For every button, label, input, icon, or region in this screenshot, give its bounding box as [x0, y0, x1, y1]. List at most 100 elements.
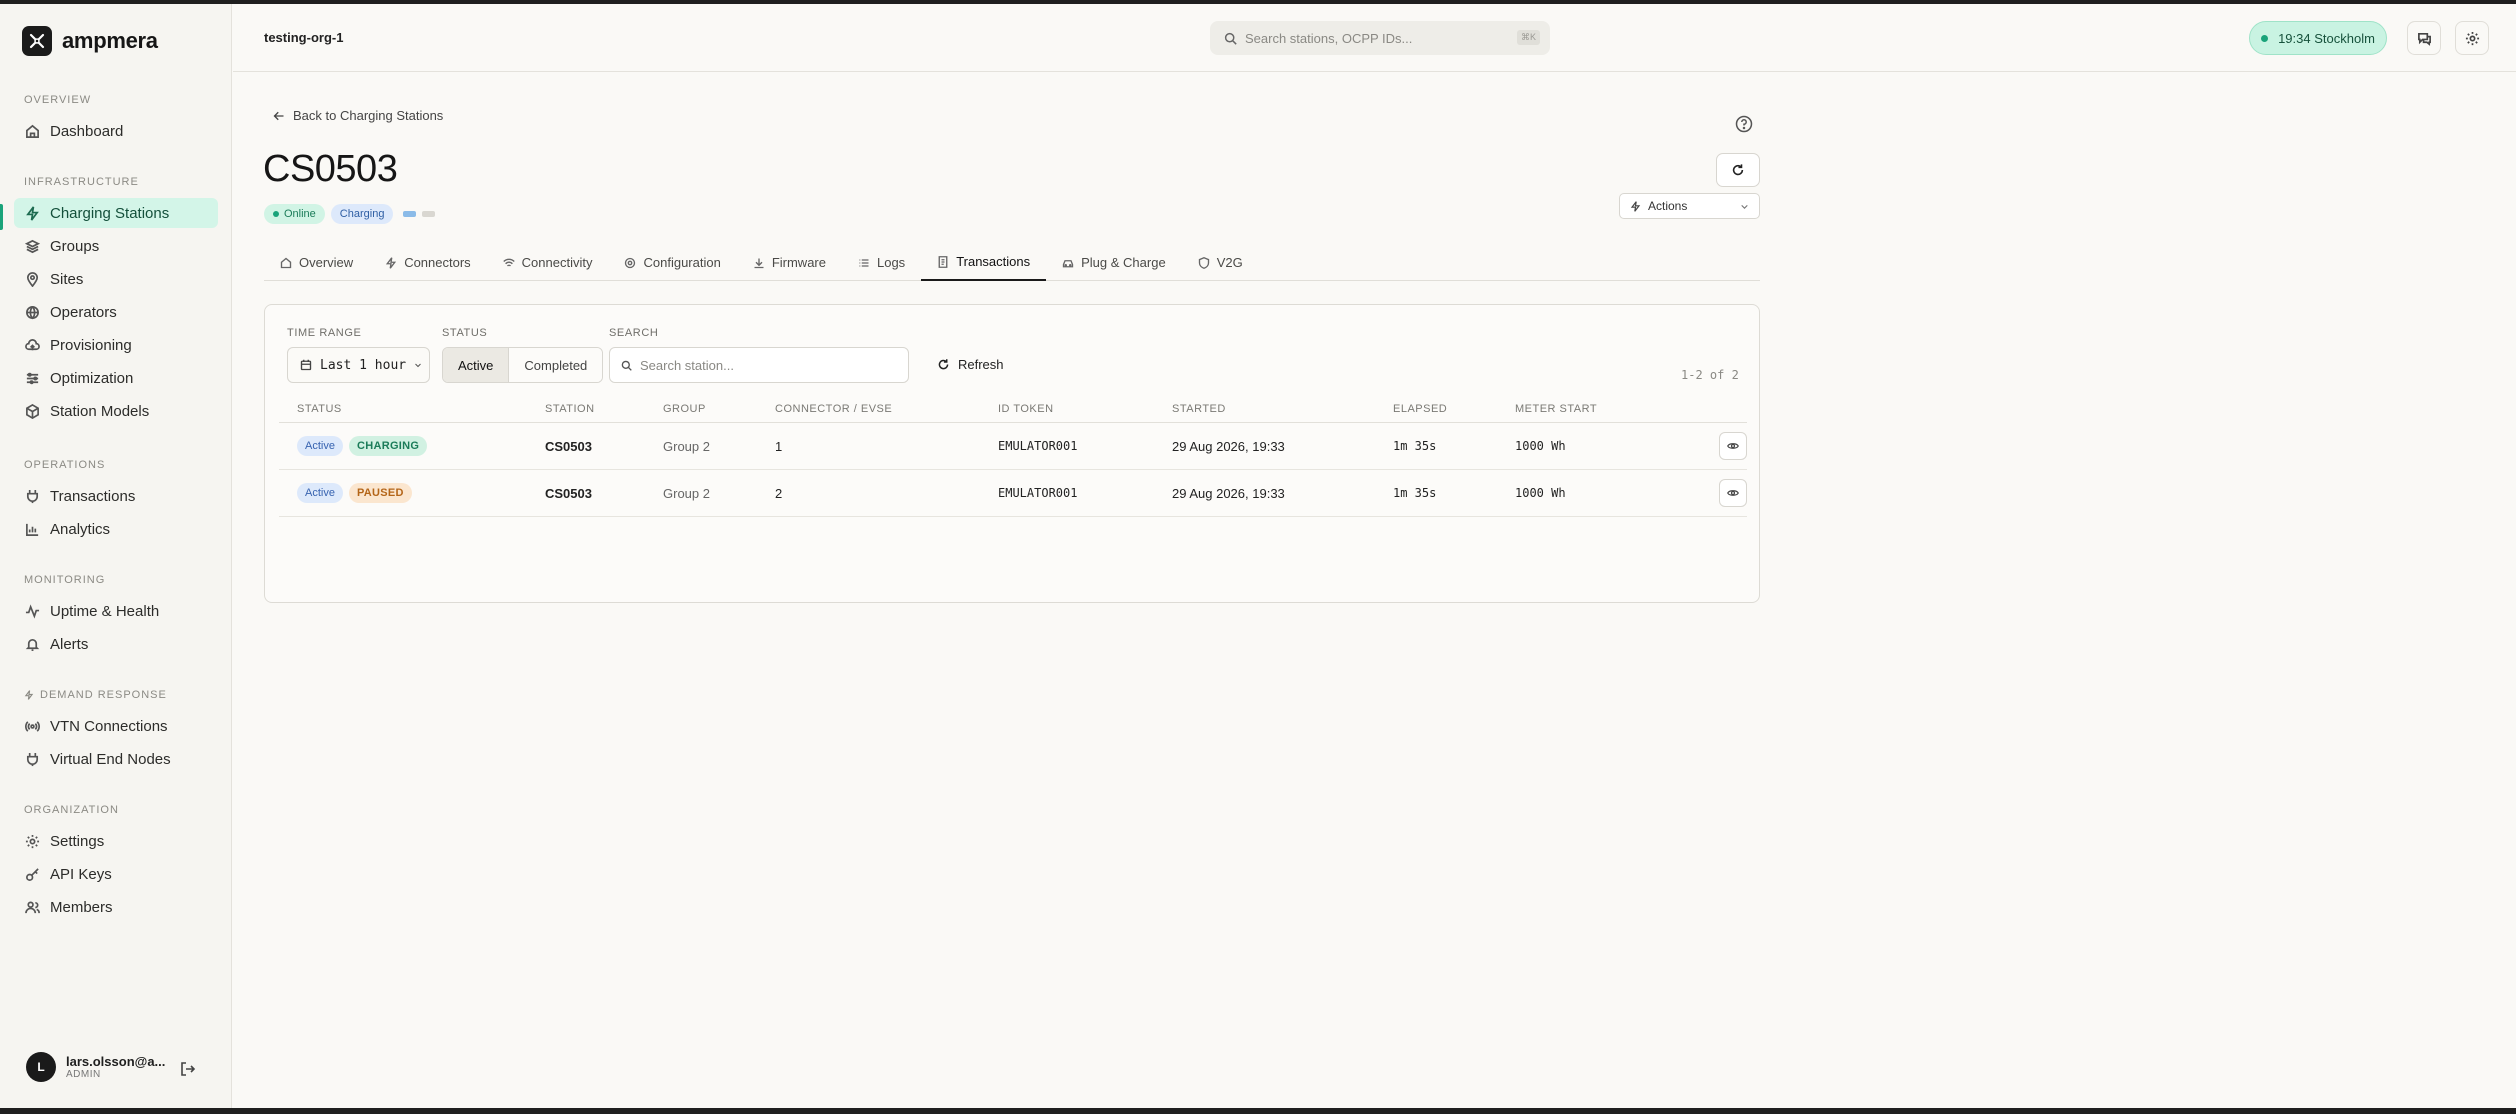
transactions-panel: TIME RANGE Last 1 hour STATUS Active Com…: [264, 304, 1760, 603]
list-icon: [859, 258, 869, 267]
connector-cell: 2: [775, 485, 783, 501]
table-row[interactable]: Active PAUSED CS0503 Group 2 2 EMULATOR0…: [279, 470, 1747, 517]
brand[interactable]: ampmera: [22, 26, 158, 56]
started-cell: 29 Aug 2026, 19:33: [1172, 438, 1285, 454]
time-range-select[interactable]: Last 1 hour: [287, 347, 430, 383]
sidebar-item-virtual-end-nodes[interactable]: Virtual End Nodes: [14, 744, 218, 774]
nav-heading: MONITORING: [24, 574, 106, 586]
download-icon: [754, 258, 764, 268]
view-transaction-button[interactable]: [1719, 479, 1747, 507]
sidebar-item-provisioning[interactable]: Provisioning: [14, 330, 218, 360]
receipt-icon: [938, 255, 948, 268]
cloud-icon: [25, 338, 40, 350]
tab-firmware[interactable]: Firmware: [737, 244, 842, 281]
nav-heading: OPERATIONS: [24, 459, 106, 471]
org-switcher[interactable]: testing-org-1: [264, 30, 343, 45]
status-active-option[interactable]: Active: [443, 348, 510, 382]
online-badge-label: Online: [284, 208, 316, 220]
sidebar-item-analytics[interactable]: Analytics: [14, 514, 218, 544]
table-row[interactable]: Active CHARGING CS0503 Group 2 1 EMULATO…: [279, 423, 1747, 470]
sidebar-item-label: Charging Stations: [50, 204, 170, 222]
sidebar-item-vtn-connections[interactable]: VTN Connections: [14, 711, 218, 741]
settings-button[interactable]: [2455, 21, 2489, 55]
nav-heading: ORGANIZATION: [24, 804, 119, 816]
station-search-input[interactable]: [640, 357, 890, 373]
status-dot: [273, 211, 279, 217]
column-header[interactable]: STATION: [545, 403, 663, 415]
user-profile[interactable]: L lars.olsson@a... ADMIN: [26, 1052, 165, 1082]
station-cell[interactable]: CS0503: [545, 439, 663, 454]
sidebar-item-api-keys[interactable]: API Keys: [14, 859, 218, 889]
sidebar-item-alerts[interactable]: Alerts: [14, 629, 218, 659]
station-tabs: Overview Connectors Connectivity Configu…: [264, 244, 1760, 281]
sidebar-item-settings[interactable]: Settings: [14, 826, 218, 856]
transactions-table: STATUS STATION GROUP CONNECTOR / EVSE ID…: [279, 395, 1747, 517]
status-completed-option[interactable]: Completed: [509, 348, 603, 382]
meter-start-cell: 1000 Wh: [1515, 439, 1566, 453]
column-header[interactable]: ID TOKEN: [998, 403, 1172, 415]
tab-logs[interactable]: Logs: [842, 244, 921, 281]
global-search-placeholder: Search stations, OCPP IDs...: [1245, 30, 1413, 46]
sidebar-item-label: Optimization: [50, 369, 134, 387]
tab-transactions[interactable]: Transactions: [921, 244, 1047, 281]
column-header[interactable]: STATUS: [279, 403, 545, 415]
tab-overview[interactable]: Overview: [264, 244, 369, 281]
logout-icon[interactable]: [180, 1061, 196, 1077]
sidebar-item-sites[interactable]: Sites: [14, 264, 218, 294]
row-actions: [1685, 432, 1747, 460]
help-icon[interactable]: [1735, 115, 1753, 133]
sidebar-item-transactions[interactable]: Transactions: [14, 481, 218, 511]
tab-configuration[interactable]: Configuration: [608, 244, 736, 281]
local-time-badge[interactable]: 19:34 Stockholm: [2249, 21, 2387, 55]
sidebar-item-optimization[interactable]: Optimization: [14, 363, 218, 393]
view-transaction-button[interactable]: [1719, 432, 1747, 460]
sidebar-item-label: Station Models: [50, 402, 150, 420]
tab-v2g[interactable]: V2G: [1182, 244, 1259, 281]
avatar: L: [26, 1052, 56, 1082]
sidebar-item-label: Members: [50, 898, 113, 916]
meter-start-cell: 1000 Wh: [1515, 486, 1566, 500]
nav-section-infrastructure: INFRASTRUCTURE Charging Stations Groups …: [0, 172, 232, 426]
global-search[interactable]: Search stations, OCPP IDs... ⌘K: [1210, 21, 1550, 55]
station-cell[interactable]: CS0503: [545, 486, 663, 501]
refresh-button[interactable]: Refresh: [937, 357, 1004, 372]
tab-connectivity[interactable]: Connectivity: [487, 244, 609, 281]
page-title: CS0503: [263, 148, 398, 190]
sidebar-item-operators[interactable]: Operators: [14, 297, 218, 327]
sidebar-item-label: Groups: [50, 237, 100, 255]
sidebar-item-label: Transactions: [50, 487, 136, 505]
sidebar-item-label: Dashboard: [50, 122, 124, 140]
activity-icon: [25, 603, 40, 619]
search-icon: [1224, 32, 1237, 45]
time-range-label: TIME RANGE: [287, 327, 362, 339]
sidebar-item-charging-stations[interactable]: Charging Stations: [14, 198, 218, 228]
actions-dropdown[interactable]: Actions: [1619, 193, 1760, 219]
bell-icon: [25, 638, 40, 651]
tab-label: Connectivity: [521, 255, 593, 270]
refresh-label: Refresh: [958, 357, 1004, 372]
column-header[interactable]: GROUP: [663, 403, 775, 415]
tab-label: Connectors: [404, 255, 471, 270]
column-header[interactable]: ELAPSED: [1393, 403, 1515, 415]
nav-section-overview: OVERVIEW Dashboard: [0, 90, 232, 146]
column-header[interactable]: CONNECTOR / EVSE: [775, 403, 998, 415]
state-badge: CHARGING: [348, 436, 428, 456]
nav-heading: OVERVIEW: [24, 94, 92, 106]
column-header[interactable]: METER START: [1515, 403, 1685, 415]
station-refresh-button[interactable]: [1716, 153, 1760, 187]
sidebar-item-station-models[interactable]: Station Models: [14, 396, 218, 426]
back-link[interactable]: Back to Charging Stations: [273, 108, 443, 123]
home-icon: [26, 124, 39, 138]
messages-button[interactable]: [2407, 21, 2441, 55]
charging-badge: Charging: [330, 204, 394, 224]
sidebar-item-uptime-health[interactable]: Uptime & Health: [14, 596, 218, 626]
column-header[interactable]: STARTED: [1172, 403, 1393, 415]
sidebar-item-groups[interactable]: Groups: [14, 231, 218, 261]
sidebar-item-label: Uptime & Health: [50, 602, 160, 620]
tab-plug-and-charge[interactable]: Plug & Charge: [1046, 244, 1182, 281]
sidebar-item-label: API Keys: [50, 865, 112, 883]
nav-heading: DEMAND RESPONSE: [0, 685, 232, 705]
sidebar-item-dashboard[interactable]: Dashboard: [14, 116, 218, 146]
tab-connectors[interactable]: Connectors: [369, 244, 486, 281]
sidebar-item-members[interactable]: Members: [14, 892, 218, 922]
